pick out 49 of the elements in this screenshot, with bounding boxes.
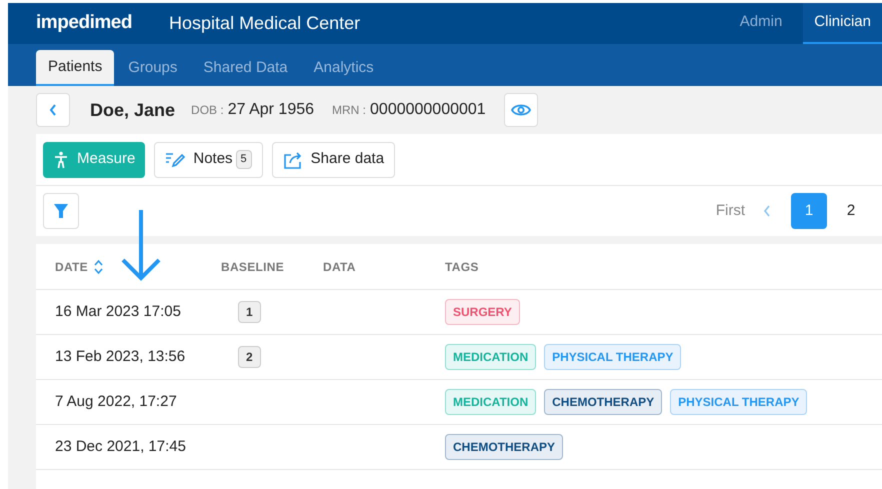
tag: CHEMOTHERAPY <box>445 434 564 460</box>
sort-icon[interactable] <box>94 258 103 274</box>
first-page-link[interactable]: First <box>716 200 745 222</box>
pencil-icon <box>165 150 186 168</box>
nav-tab[interactable]: Patients <box>36 50 114 86</box>
logo: impedimed <box>36 11 132 36</box>
patient-name: Doe, Jane <box>90 98 176 122</box>
chevron-left-icon[interactable] <box>763 205 771 217</box>
mrn-label: MRN : <box>332 102 366 119</box>
column-header: TAGS <box>445 258 479 276</box>
column-header[interactable]: DATE <box>55 258 88 276</box>
notes-button[interactable]: Notes 5 <box>154 142 263 178</box>
tag: SURGERY <box>445 299 520 325</box>
share-button[interactable]: Share data <box>272 142 396 178</box>
mrn-value: 0000000000001 <box>370 100 486 120</box>
tag: PHYSICAL THERAPY <box>544 344 682 370</box>
role-tab[interactable]: Admin <box>728 3 794 44</box>
chevron-left-icon <box>49 104 57 116</box>
page-button[interactable]: 1 <box>791 193 827 229</box>
table-cell-text: 13 Feb 2023, 13:56 <box>54 346 186 367</box>
nav-tab[interactable]: Analytics <box>302 50 386 86</box>
down-arrow <box>119 210 163 282</box>
role-tab[interactable]: Clinician <box>803 3 882 44</box>
table-cell-text: 7 Aug 2022, 17:27 <box>54 392 178 412</box>
tag: PHYSICAL THERAPY <box>670 389 808 415</box>
dob-label: DOB : <box>191 102 224 119</box>
dob-value: 27 Apr 1956 <box>228 100 314 120</box>
tag: MEDICATION <box>445 389 536 415</box>
filter-icon <box>53 203 69 219</box>
view-button[interactable] <box>504 93 538 127</box>
eye-icon <box>510 103 531 117</box>
nav-tab[interactable]: Shared Data <box>191 50 300 86</box>
back-button[interactable] <box>36 93 70 127</box>
table-cell-text: 23 Dec 2021, 17:45 <box>54 436 187 457</box>
page-button[interactable]: 2 <box>833 193 869 229</box>
column-header: DATA <box>323 258 356 276</box>
baseline-badge: 1 <box>238 301 261 323</box>
baseline-badge: 2 <box>238 346 261 368</box>
share-icon <box>282 150 303 168</box>
measure-button[interactable]: Measure <box>43 142 146 178</box>
table-cell-text: 16 Mar 2023 17:05 <box>54 302 182 322</box>
tag: MEDICATION <box>445 344 536 370</box>
filter-button[interactable] <box>43 193 79 229</box>
nav-tab[interactable]: Groups <box>116 50 190 86</box>
person-icon <box>53 150 69 168</box>
notes-count: 5 <box>236 150 252 169</box>
column-header: BASELINE <box>221 258 284 276</box>
hospital-name: Hospital Medical Center <box>169 12 360 35</box>
tag: CHEMOTHERAPY <box>544 389 662 415</box>
